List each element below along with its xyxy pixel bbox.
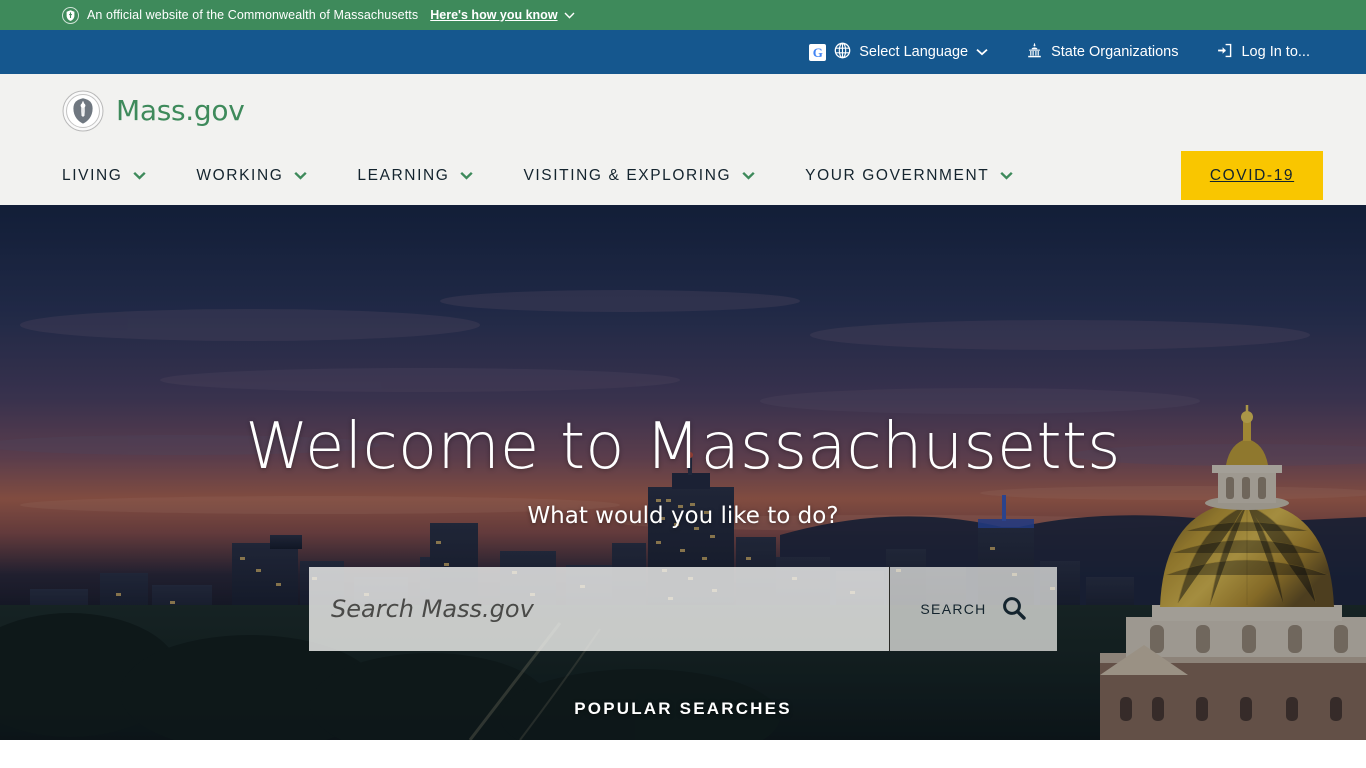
search-bar: SEARCH [309,567,1057,651]
chevron-down-icon [976,44,988,60]
login-arrow-icon [1216,42,1233,63]
nav-item-label: LEARNING [357,167,450,184]
shield-icon [62,6,79,24]
hero-banner: Welcome to Massachusetts What would you … [0,205,1366,740]
popular-searches-heading: POPULAR SEARCHES [574,699,792,718]
nav-item-label: LIVING [62,167,123,184]
heres-how-you-know-link[interactable]: Here's how you know [430,8,575,22]
chevron-down-icon [294,167,308,185]
nav-item-living[interactable]: LIVING [62,147,147,205]
nav-item-label: WORKING [196,167,284,184]
state-organizations-label: State Organizations [1051,44,1179,60]
covid-19-button[interactable]: COVID-19 [1181,151,1323,200]
state-organizations-link[interactable]: State Organizations [1026,42,1178,63]
official-government-banner: An official website of the Commonwealth … [0,0,1366,30]
hero-content: Welcome to Massachusetts What would you … [0,205,1366,740]
nav-item-your-government[interactable]: YOUR GOVERNMENT [805,147,1013,205]
massachusetts-state-seal-icon[interactable] [62,90,104,132]
nav-item-label: YOUR GOVERNMENT [805,167,990,184]
chevron-down-icon [133,167,147,185]
chevron-down-icon [742,167,755,185]
nav-item-learning[interactable]: LEARNING [357,147,474,205]
hero-title: Welcome to Massachusetts [245,410,1121,484]
chevron-down-icon [564,8,575,22]
chevron-down-icon [1000,167,1013,185]
nav-items: LIVING WORKING LEARNING VISITING & EXPLO… [62,147,1181,205]
log-in-label: Log In to... [1241,44,1310,60]
nav-item-working[interactable]: WORKING [196,147,308,205]
globe-icon [834,42,851,63]
log-in-to-link[interactable]: Log In to... [1216,42,1310,63]
site-logo-text[interactable]: Mass.gov [116,94,245,127]
capitol-building-icon [1026,42,1043,63]
select-language-label: Select Language [859,44,969,60]
search-button-label: SEARCH [920,601,987,617]
search-input[interactable] [309,567,889,651]
site-header: Mass.gov [0,74,1366,147]
search-button[interactable]: SEARCH [889,567,1057,651]
utility-bar: G Select Language State Organizations Lo… [0,30,1366,74]
official-banner-text: An official website of the Commonwealth … [87,8,419,22]
nav-item-visiting-exploring[interactable]: VISITING & EXPLORING [523,147,755,205]
nav-item-label: VISITING & EXPLORING [523,167,732,184]
magnifier-icon [1001,595,1027,624]
main-navigation: LIVING WORKING LEARNING VISITING & EXPLO… [0,147,1366,205]
select-language-control[interactable]: G Select Language [809,42,988,63]
hero-subtitle: What would you like to do? [527,503,839,529]
heres-how-you-know-label: Here's how you know [430,8,558,22]
google-g-icon: G [809,43,827,61]
chevron-down-icon [460,167,474,185]
